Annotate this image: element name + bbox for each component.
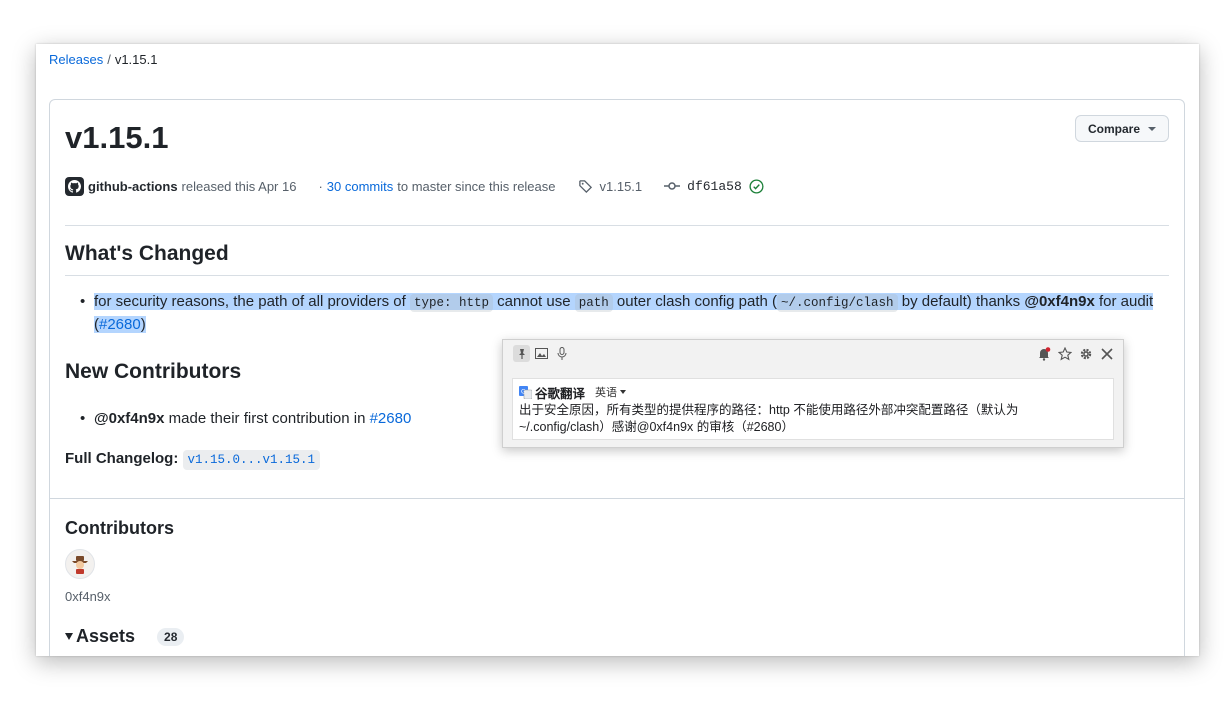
commit-icon [664, 178, 681, 194]
contributor-name[interactable]: 0xf4n9x [65, 589, 111, 604]
pr-link[interactable]: #2680 [370, 410, 412, 427]
heading-underline [65, 275, 1169, 276]
translation-card: G 谷歌翻译 英语 出于安全原因，所有类型的提供程序的路径：http 不能使用路… [512, 378, 1114, 440]
released-text: released this Apr 16 [181, 178, 297, 194]
release-meta: github-actions released this Apr 16 · 30… [65, 176, 764, 196]
microphone-icon[interactable] [553, 345, 570, 362]
language-select[interactable]: 英语 [595, 384, 627, 400]
translate-popup: G 谷歌翻译 英语 出于安全原因，所有类型的提供程序的路径：http 不能使用路… [502, 339, 1124, 448]
github-logo-icon[interactable] [65, 176, 84, 196]
verified-check-icon [749, 178, 764, 194]
full-changelog: Full Changelog: v1.15.0...v1.15.1 [65, 450, 321, 470]
translation-text: 出于安全原因，所有类型的提供程序的路径：http 不能使用路径外部冲突配置路径（… [519, 403, 1019, 434]
chevron-down-icon [620, 390, 627, 394]
mention-user[interactable]: @0xf4n9x [1024, 293, 1095, 310]
changelog-range-link[interactable]: v1.15.0...v1.15.1 [182, 450, 321, 470]
pin-icon[interactable] [513, 345, 530, 362]
google-translate-icon: G [519, 385, 532, 399]
commit-sha[interactable]: df61a58 [687, 179, 742, 194]
assets-toggle[interactable]: Assets 28 [65, 626, 185, 647]
commits-prefix: · [318, 178, 323, 194]
image-icon[interactable] [533, 345, 550, 362]
avatar[interactable] [65, 549, 95, 579]
star-icon[interactable] [1056, 345, 1073, 362]
close-icon[interactable] [1098, 345, 1115, 362]
chevron-down-icon [1148, 126, 1156, 131]
code-config-path: ~/.config/clash [777, 294, 898, 312]
commits-link[interactable]: 30 commits [327, 179, 393, 194]
gear-icon[interactable] [1077, 345, 1094, 362]
change-text: for security reasons, the path of all pr… [94, 293, 1154, 333]
whats-changed-heading: What's Changed [65, 242, 229, 265]
compare-label: Compare [1087, 121, 1140, 136]
contributors-heading: Contributors [65, 518, 174, 538]
contributor-mention[interactable]: @0xf4n9x [94, 410, 165, 427]
compare-button[interactable]: Compare [1074, 115, 1169, 142]
list-item: @0xf4n9x made their first contribution i… [80, 408, 412, 430]
list-item: for security reasons, the path of all pr… [80, 291, 1184, 336]
breadcrumb-releases-link[interactable]: Releases [49, 52, 103, 67]
language-label: 英语 [595, 387, 618, 399]
release-author[interactable]: github-actions [88, 179, 178, 194]
bell-icon[interactable] [1035, 345, 1052, 362]
divider [65, 225, 1169, 226]
release-tag[interactable]: v1.15.1 [600, 179, 643, 194]
breadcrumb: Releases / v1.15.1 [49, 52, 157, 67]
code-type-http: type: http [410, 294, 494, 312]
svg-text:G: G [521, 388, 526, 395]
breadcrumb-separator: / [107, 52, 111, 67]
tag-icon [578, 179, 593, 194]
assets-heading: Assets [76, 626, 136, 646]
contribution-text: made their first contribution in [164, 410, 370, 427]
issue-link[interactable]: #2680 [99, 316, 141, 333]
translate-service-name: 谷歌翻译 [535, 386, 586, 401]
commits-suffix: to master since this release [397, 178, 556, 194]
breadcrumb-current: v1.15.1 [114, 52, 158, 67]
popup-toolbar [503, 340, 1123, 368]
section-divider [50, 498, 1184, 499]
assets-count-badge: 28 [157, 627, 185, 646]
code-path: path [574, 294, 613, 312]
triangle-down-icon [65, 633, 73, 640]
changelog-label: Full Changelog: [65, 450, 179, 467]
new-contributors-heading: New Contributors [65, 360, 242, 383]
release-title: v1.15.1 [65, 120, 169, 155]
